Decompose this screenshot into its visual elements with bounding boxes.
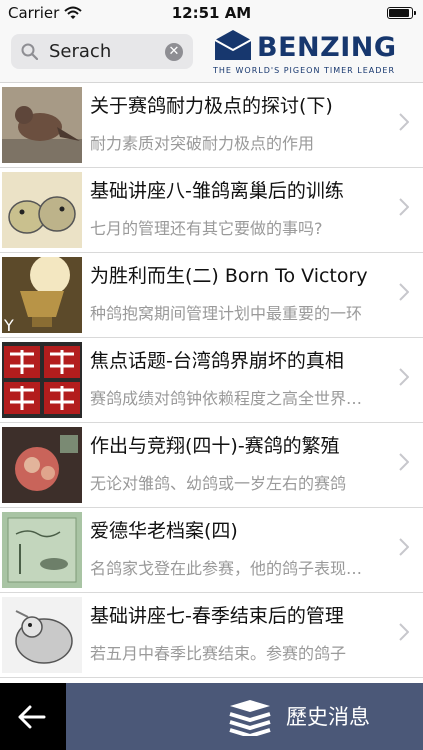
svg-text:Y: Y (3, 316, 14, 333)
article-title: 基础讲座八-雏鸽离巢后的训练 (90, 180, 344, 202)
list-item[interactable]: 爱德华老档案(四) 名鸽家戈登在此参赛，他的鸽子表现出色 (0, 508, 423, 593)
chevron-right-icon (399, 453, 409, 471)
header: ✕ BENZING THE WORLD'S PIGEON TIMER LEADE… (0, 26, 423, 83)
article-subtitle: 耐力素质对突破耐力极点的作用 (90, 134, 315, 153)
battery-icon (387, 7, 416, 19)
article-subtitle: 七月的管理还有其它要做的事吗? (90, 219, 323, 238)
brand-tagline: THE WORLD'S PIGEON TIMER LEADER (213, 66, 396, 75)
clear-search-icon[interactable]: ✕ (165, 43, 183, 61)
article-title: 基础讲座七-春季结束后的管理 (90, 605, 344, 627)
chevron-right-icon (399, 538, 409, 556)
chevron-right-icon (399, 113, 409, 131)
history-label: 歷史消息 (286, 705, 370, 729)
list-item[interactable]: 基础讲座七-春季结束后的管理 若五月中春季比赛结束。参赛的鸽子 (0, 593, 423, 678)
article-subtitle: 赛鸽成绩对鸽钟依赖程度之高全世界仅见 (90, 389, 370, 408)
chevron-right-icon (399, 368, 409, 386)
status-time: 12:51 AM (171, 4, 252, 22)
stack-icon (229, 700, 271, 736)
cartoon-pigeon-icon (2, 597, 82, 673)
pigeon-photo-icon (2, 87, 82, 163)
list-item[interactable]: 基础讲座八-雏鸽离巢后的训练 七月的管理还有其它要做的事吗? (0, 168, 423, 253)
article-subtitle: 无论对雏鸽、幼鸽或一岁左右的赛鸽 (90, 474, 347, 493)
benzing-logo: BENZING THE WORLD'S PIGEON TIMER LEADER (213, 26, 413, 80)
chevron-right-icon (399, 283, 409, 301)
list-item[interactable]: 关于赛鸽耐力极点的探讨(下) 耐力素质对突破耐力极点的作用 (0, 83, 423, 168)
trophy-icon: Y (2, 257, 82, 333)
search-icon (21, 43, 38, 60)
article-title: 爱德华老档案(四) (90, 520, 238, 542)
history-button[interactable]: 歷史消息 (66, 683, 423, 750)
chevron-right-icon (399, 198, 409, 216)
search-input[interactable] (49, 38, 164, 65)
article-subtitle: 种鸽抱窝期间管理计划中最重要的一环 (90, 304, 363, 323)
list-item[interactable]: 作出与竞翔(四十)-赛鸽的繁殖 无论对雏鸽、幼鸽或一岁左右的赛鸽 (0, 423, 423, 508)
back-button[interactable] (0, 683, 66, 750)
status-bar: Carrier 12:51 AM (0, 0, 423, 26)
envelope-logo-icon (214, 30, 252, 60)
list-item[interactable]: Y 为胜利而生(二) Born To Victory 种鸽抱窝期间管理计划中最重… (0, 253, 423, 338)
article-subtitle: 名鸽家戈登在此参赛，他的鸽子表现出色 (90, 559, 370, 578)
list-item[interactable]: 焦点话题-台湾鸽界崩坏的真相 赛鸽成绩对鸽钟依赖程度之高全世界仅见 (0, 338, 423, 423)
bottom-bar: 歷史消息 (0, 683, 423, 750)
cartoon-pigeons-icon (2, 172, 82, 248)
brand-name: BENZING (257, 32, 397, 63)
article-title: 焦点话题-台湾鸽界崩坏的真相 (90, 350, 344, 372)
article-title: 关于赛鸽耐力极点的探讨(下) (90, 95, 333, 117)
collapse-text-icon (2, 342, 82, 418)
old-book-icon (2, 512, 82, 588)
article-list: 关于赛鸽耐力极点的探讨(下) 耐力素质对突破耐力极点的作用 基础讲座八-雏鸽离巢… (0, 83, 423, 683)
article-title: 作出与竞翔(四十)-赛鸽的繁殖 (90, 435, 340, 457)
article-subtitle: 若五月中春季比赛结束。参赛的鸽子 (90, 644, 347, 663)
back-arrow-icon (18, 705, 46, 729)
nest-photo-icon (2, 427, 82, 503)
article-title: 为胜利而生(二) Born To Victory (90, 265, 368, 287)
chevron-right-icon (399, 623, 409, 641)
search-box[interactable]: ✕ (11, 34, 193, 69)
